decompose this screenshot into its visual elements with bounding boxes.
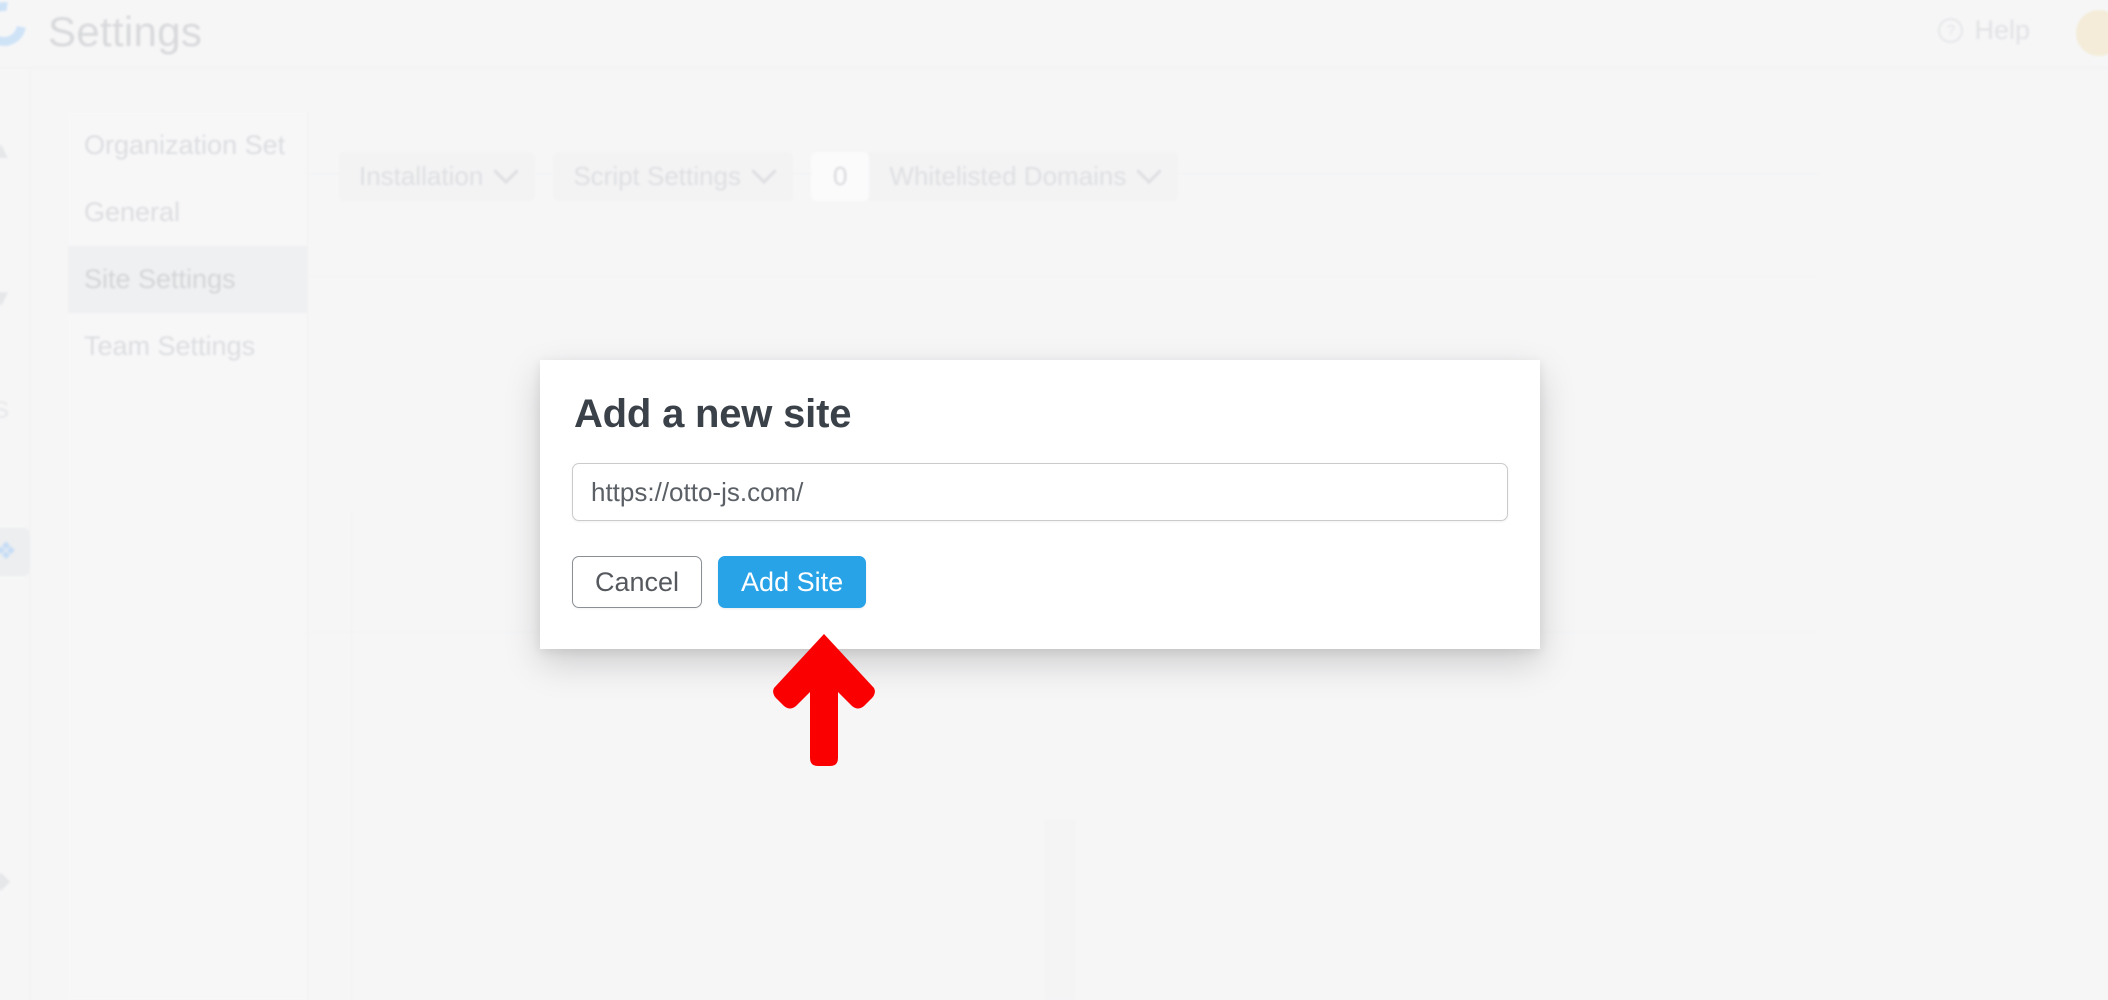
annotation-arrow-up-icon bbox=[773, 634, 875, 766]
cancel-button[interactable]: Cancel bbox=[572, 556, 703, 608]
modal-title: Add a new site bbox=[574, 392, 852, 436]
add-site-button[interactable]: Add Site bbox=[718, 556, 867, 608]
modal-actions: Cancel Add Site bbox=[572, 556, 867, 608]
screen: Settings ? Help ▲ ▼ S ❖ ◆ Organization S… bbox=[0, 0, 2108, 1000]
site-url-input[interactable] bbox=[572, 463, 1508, 521]
modal-overlay[interactable]: Add a new site Cancel Add Site bbox=[0, 0, 2108, 1000]
add-site-modal: Add a new site Cancel Add Site bbox=[540, 360, 1540, 649]
